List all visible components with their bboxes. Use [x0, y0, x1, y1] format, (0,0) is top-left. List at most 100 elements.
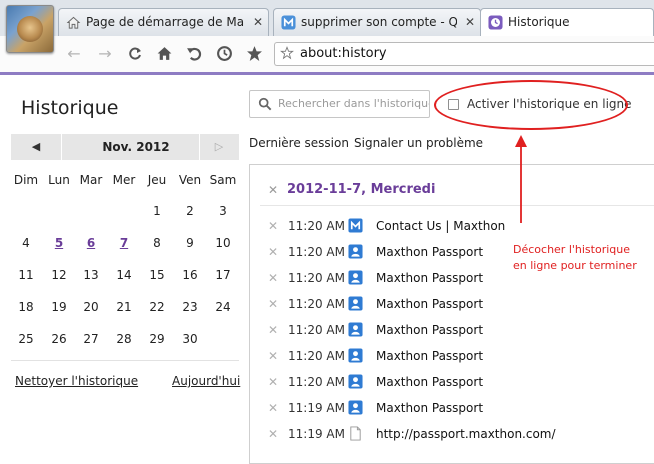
calendar-day[interactable]: 28	[107, 332, 141, 346]
calendar-day[interactable]: 5	[42, 236, 76, 250]
calendar-day[interactable]: 14	[107, 268, 141, 282]
calendar-day[interactable]: 15	[140, 268, 174, 282]
calendar-day[interactable]: 9	[173, 236, 207, 250]
calendar-day[interactable]: 13	[74, 268, 108, 282]
clear-history-link[interactable]: Nettoyer l'historique	[15, 374, 138, 388]
entry-title-link[interactable]: Contact Us | Maxthon	[376, 219, 505, 233]
calendar-day[interactable]: 11	[9, 268, 43, 282]
delete-entry-icon[interactable]: ✕	[268, 401, 278, 415]
calendar-day[interactable]: 24	[206, 300, 240, 314]
next-month-icon[interactable]: ▷	[199, 134, 239, 160]
calendar-day[interactable]: 8	[140, 236, 174, 250]
history-entry[interactable]: ✕ 11:20 AM Maxthon Passport	[260, 370, 654, 396]
tab-question[interactable]: supprimer son compte - Que... ✕	[273, 8, 481, 36]
calendar-day[interactable]: 12	[42, 268, 76, 282]
delete-entry-icon[interactable]: ✕	[268, 219, 278, 233]
entry-time: 11:20 AM	[288, 375, 345, 389]
close-tab-icon[interactable]: ✕	[465, 15, 475, 29]
calendar-day[interactable]: 27	[74, 332, 108, 346]
last-session-link[interactable]: Dernière session	[249, 136, 349, 150]
weekday-label: Lun	[48, 173, 70, 187]
calendar-day[interactable]: 21	[107, 300, 141, 314]
entry-title-link[interactable]: Maxthon Passport	[376, 401, 483, 415]
calendar-day[interactable]: 26	[42, 332, 76, 346]
delete-entry-icon[interactable]: ✕	[268, 323, 278, 337]
history-entry[interactable]: ✕ 11:20 AM Maxthon Passport	[260, 292, 654, 318]
history-entry[interactable]: ✕ 11:19 AM Maxthon Passport	[260, 396, 654, 422]
favorites-star-icon[interactable]	[246, 45, 263, 62]
entry-time: 11:20 AM	[288, 219, 345, 233]
history-entry[interactable]: ✕ 11:19 AM http://passport.maxthon.com/	[260, 422, 654, 448]
annotation-text: Décocher l'historique en ligne pour term…	[513, 242, 637, 274]
calendar-day[interactable]: 22	[140, 300, 174, 314]
entry-title-link[interactable]: Maxthon Passport	[376, 375, 483, 389]
report-problem-link[interactable]: Signaler un problème	[354, 136, 483, 150]
weekday-label: Mar	[79, 173, 103, 187]
delete-entry-icon[interactable]: ✕	[268, 297, 278, 311]
history-clock-icon	[488, 15, 503, 30]
refresh-icon[interactable]	[127, 46, 143, 62]
calendar-day[interactable]: 29	[140, 332, 174, 346]
bookmark-star-icon[interactable]	[280, 46, 294, 60]
calendar-day[interactable]: 18	[9, 300, 43, 314]
calendar-day[interactable]: 25	[9, 332, 43, 346]
address-bar[interactable]: about:history	[274, 42, 654, 66]
delete-day-icon[interactable]: ✕	[268, 183, 278, 197]
history-entry[interactable]: ✕ 11:20 AM Contact Us | Maxthon	[260, 214, 654, 240]
delete-entry-icon[interactable]: ✕	[268, 271, 278, 285]
delete-entry-icon[interactable]: ✕	[268, 427, 278, 441]
calendar-day[interactable]: 3	[206, 204, 240, 218]
search-placeholder: Rechercher dans l'historique	[278, 97, 430, 110]
undo-icon[interactable]	[186, 45, 203, 62]
previous-month-icon[interactable]: ◀	[11, 134, 61, 160]
weekday-label: Jeu	[147, 173, 167, 187]
entry-title-link[interactable]: Maxthon Passport	[376, 245, 483, 259]
entry-time: 11:19 AM	[288, 401, 345, 415]
entry-title-link[interactable]: http://passport.maxthon.com/	[376, 427, 556, 441]
calendar-day[interactable]: 23	[173, 300, 207, 314]
entry-title-link[interactable]: Maxthon Passport	[376, 323, 483, 337]
tab-label: Historique	[508, 15, 570, 29]
entry-title-link[interactable]: Maxthon Passport	[376, 297, 483, 311]
home-icon[interactable]	[156, 45, 173, 62]
calendar-day[interactable]: 16	[173, 268, 207, 282]
calendar-day[interactable]: 19	[42, 300, 76, 314]
calendar-day[interactable]: 30	[173, 332, 207, 346]
tab-historique[interactable]: Historique	[480, 8, 654, 37]
history-entry[interactable]: ✕ 11:20 AM Maxthon Passport	[260, 344, 654, 370]
search-history-input[interactable]: Rechercher dans l'historique	[249, 90, 430, 118]
delete-entry-icon[interactable]: ✕	[268, 245, 278, 259]
maxthon-icon	[348, 218, 363, 233]
weekday-label: Sam	[209, 173, 237, 187]
maxthon-icon	[281, 15, 296, 30]
calendar-day[interactable]: 6	[74, 236, 108, 250]
history-date-heading: 2012-11-7, Mercredi	[287, 182, 436, 197]
history-entry[interactable]: ✕ 11:20 AM Maxthon Passport	[260, 318, 654, 344]
annotation-line-2: en ligne pour terminer	[513, 259, 637, 272]
today-link[interactable]: Aujourd'hui	[172, 374, 240, 388]
entry-title-link[interactable]: Maxthon Passport	[376, 271, 483, 285]
back-arrow-icon[interactable]: ←	[65, 45, 83, 63]
forward-arrow-icon[interactable]: →	[96, 45, 114, 63]
entry-title-link[interactable]: Maxthon Passport	[376, 349, 483, 363]
tab-start-page[interactable]: Page de démarrage de Maxt... ✕	[58, 8, 269, 36]
calendar-day[interactable]: 17	[206, 268, 240, 282]
avatar-image	[17, 16, 43, 42]
history-clock-icon[interactable]	[216, 45, 233, 62]
passport-icon	[348, 270, 363, 285]
page-icon	[350, 426, 361, 441]
calendar-day[interactable]: 2	[173, 204, 207, 218]
delete-entry-icon[interactable]: ✕	[268, 375, 278, 389]
delete-entry-icon[interactable]: ✕	[268, 349, 278, 363]
user-avatar[interactable]	[6, 5, 54, 53]
calendar-day[interactable]: 4	[9, 236, 43, 250]
search-icon	[258, 97, 272, 111]
calendar-day[interactable]: 1	[140, 204, 174, 218]
entry-time: 11:19 AM	[288, 427, 345, 441]
close-tab-icon[interactable]: ✕	[253, 15, 263, 29]
calendar-day[interactable]: 7	[107, 236, 141, 250]
calendar-day[interactable]: 20	[74, 300, 108, 314]
passport-icon	[348, 374, 363, 389]
calendar-day[interactable]: 10	[206, 236, 240, 250]
home-icon	[66, 16, 81, 29]
